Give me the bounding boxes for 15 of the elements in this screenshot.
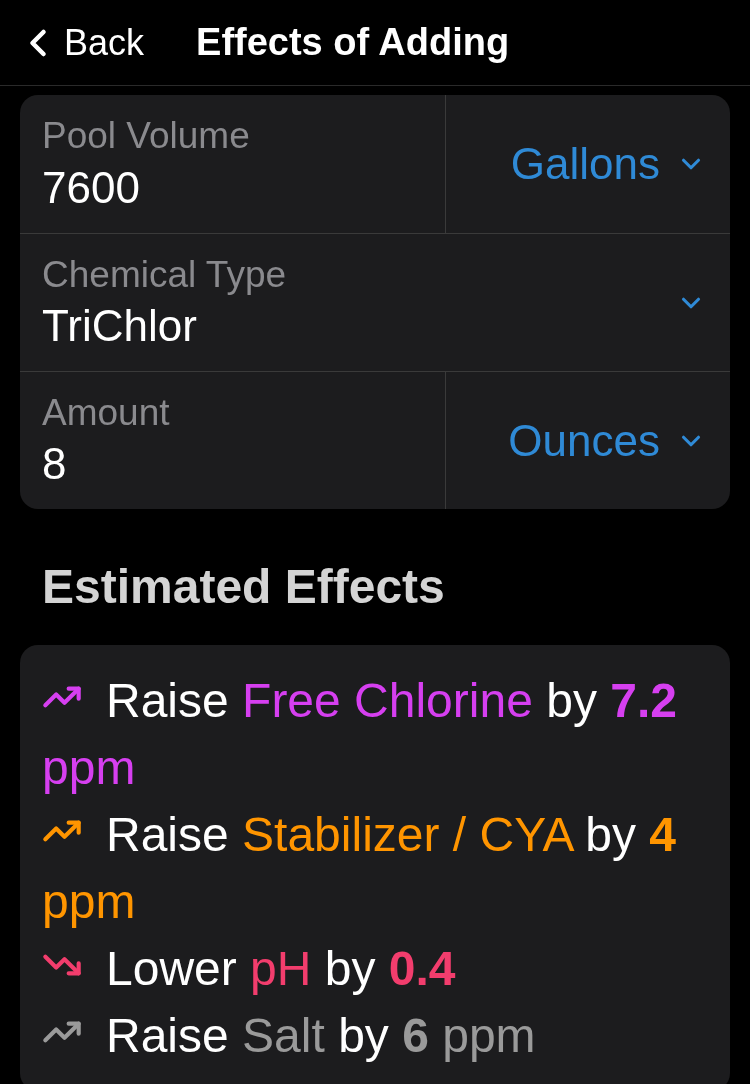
page-title: Effects of Adding: [196, 20, 510, 65]
effect-text: Raise Free Chlorine by 7.2 ppm: [42, 673, 678, 796]
effect-text: Raise Salt by 6 ppm: [42, 1002, 708, 1069]
back-button[interactable]: Back: [16, 15, 145, 70]
effect-text: Raise Stabilizer / CYA by 4 ppm: [42, 807, 678, 930]
effect-text: Lower pH by 0.4: [42, 935, 708, 1002]
field-value[interactable]: TriChlor: [42, 298, 654, 354]
field-value[interactable]: 7600: [42, 159, 423, 215]
unit-dropdown[interactable]: Ounces: [445, 372, 730, 509]
field-label: Pool Volume: [42, 114, 251, 159]
field-label: Amount: [42, 390, 171, 435]
field-value[interactable]: 8: [42, 436, 423, 492]
unit-dropdown[interactable]: Gallons: [445, 95, 730, 233]
field-label: Chemical Type: [42, 252, 288, 297]
section-title: Estimated Effects: [42, 559, 446, 615]
